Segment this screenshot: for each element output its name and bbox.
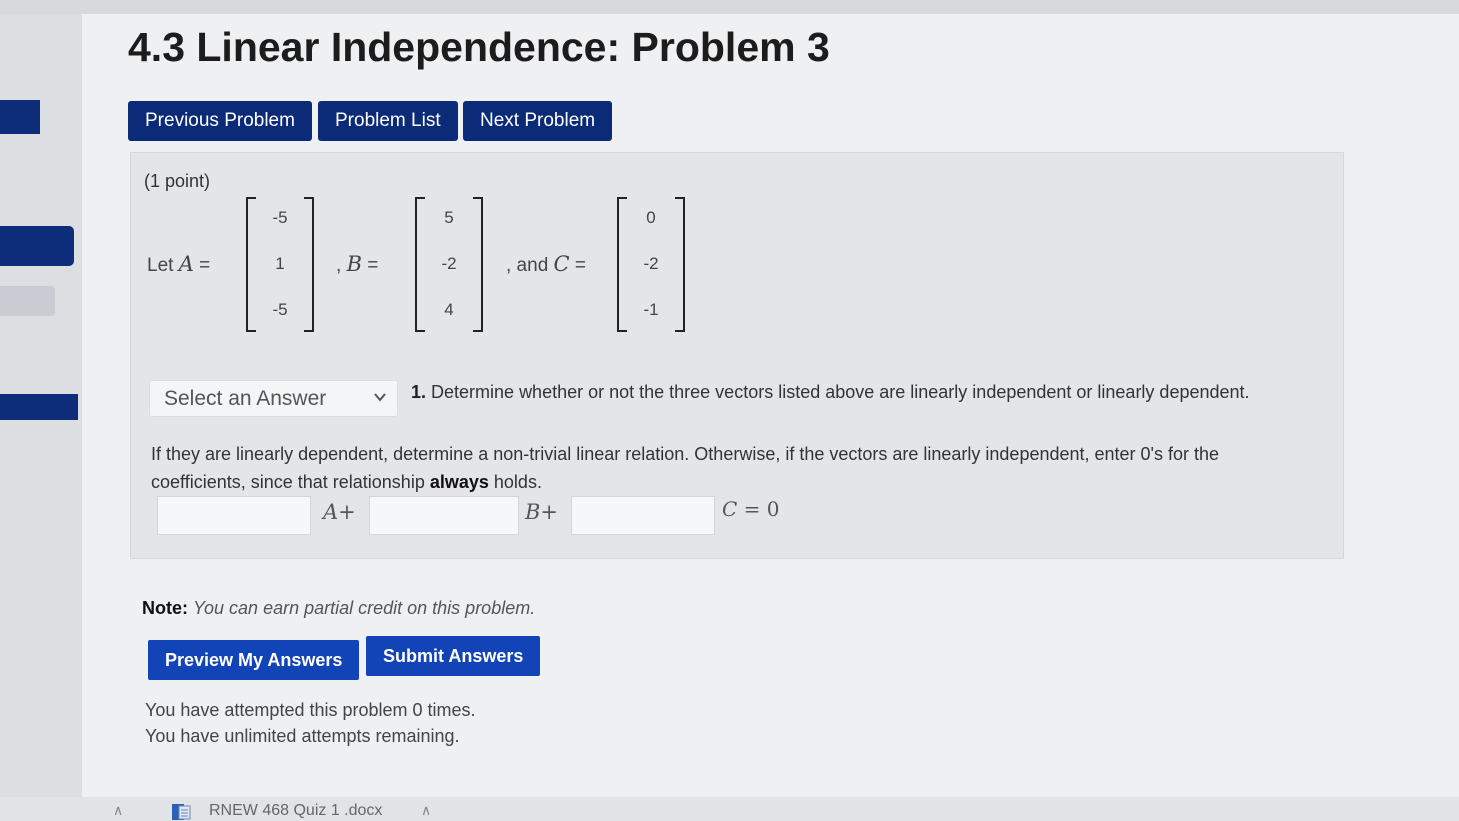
matrix-c-entry: -2	[643, 254, 659, 273]
matrix-c: 0 -2 -1	[617, 197, 685, 332]
sidebar-block-4[interactable]	[0, 394, 78, 420]
and-text: , and	[506, 255, 549, 276]
relation-text-before: If they are linearly dependent, determin…	[151, 444, 1220, 492]
answer-select-value: Select an Answer	[164, 387, 327, 410]
note-text: You can earn partial credit on this prob…	[193, 598, 536, 618]
coefficient-a-label: A+	[323, 500, 356, 524]
matrix-a-entry: -5	[272, 208, 288, 227]
matrix-a-entry: 1	[275, 254, 285, 273]
sidebar-block-2[interactable]	[0, 226, 74, 266]
browser-top-edge	[0, 0, 1459, 14]
matrix-b-entry: -2	[441, 254, 457, 273]
coefficient-c-input[interactable]	[571, 496, 715, 535]
coefficient-a-input[interactable]	[157, 496, 311, 535]
sidebar-block-3[interactable]	[0, 286, 55, 316]
matrix-a-entry: -5	[272, 300, 288, 319]
matrix-b-entry: 5	[444, 208, 454, 227]
let-text: Let	[147, 255, 174, 276]
matrix-b-label: , B =	[336, 252, 379, 276]
matrix-a-name: A	[178, 252, 194, 276]
equation-var: C	[722, 497, 738, 521]
matrix-a: -5 1 -5	[246, 197, 314, 332]
chevron-up-icon[interactable]: ∧	[421, 802, 431, 819]
equation-rest: = 0	[737, 497, 780, 521]
word-doc-icon	[172, 804, 191, 820]
previous-problem-button[interactable]: Previous Problem	[128, 101, 312, 141]
chevron-up-icon[interactable]: ∧	[113, 802, 123, 819]
equation-tail: C = 0	[722, 497, 780, 521]
remaining-status: You have unlimited attempts remaining.	[145, 726, 460, 746]
question-1: 1. Determine whether or not the three ve…	[411, 382, 1250, 403]
coefficient-b-input[interactable]	[369, 496, 519, 535]
sidebar	[0, 14, 82, 821]
matrix-b: 5 -2 4	[415, 197, 483, 332]
answer-select[interactable]: Select an Answer	[149, 380, 398, 417]
chevron-down-icon	[374, 393, 386, 402]
note-label: Note:	[142, 598, 188, 618]
relation-emphasis: always	[429, 472, 489, 492]
matrix-c-name: C	[553, 252, 570, 276]
download-file-name[interactable]: RNEW 468 Quiz 1 .docx	[209, 802, 382, 820]
coefficient-b-label: B+	[525, 500, 559, 524]
matrix-b-name: B	[346, 252, 362, 276]
matrix-c-entry: -1	[643, 300, 659, 319]
problem-list-button[interactable]: Problem List	[318, 101, 458, 141]
problem-points: (1 point)	[144, 171, 211, 191]
matrix-c-entry: 0	[646, 208, 656, 227]
relation-instructions: If they are linearly dependent, determin…	[151, 440, 1261, 496]
submit-answers-button[interactable]: Submit Answers	[366, 636, 541, 676]
matrix-b-entry: 4	[444, 300, 454, 319]
matrix-a-label: Let A =	[147, 252, 211, 276]
page-title: 4.3 Linear Independence: Problem 3	[128, 24, 830, 70]
partial-credit-note: Note: You can earn partial credit on thi…	[142, 598, 535, 619]
sidebar-block-1[interactable]	[0, 100, 40, 134]
question-number: 1.	[411, 382, 427, 402]
next-problem-button[interactable]: Next Problem	[463, 101, 613, 141]
attempts-status: You have attempted this problem 0 times.	[145, 700, 476, 720]
preview-answers-button[interactable]: Preview My Answers	[148, 640, 360, 680]
question-text: Determine whether or not the three vecto…	[431, 382, 1250, 402]
matrix-c-label: , and C =	[506, 252, 586, 276]
relation-text-after: holds.	[493, 472, 542, 492]
